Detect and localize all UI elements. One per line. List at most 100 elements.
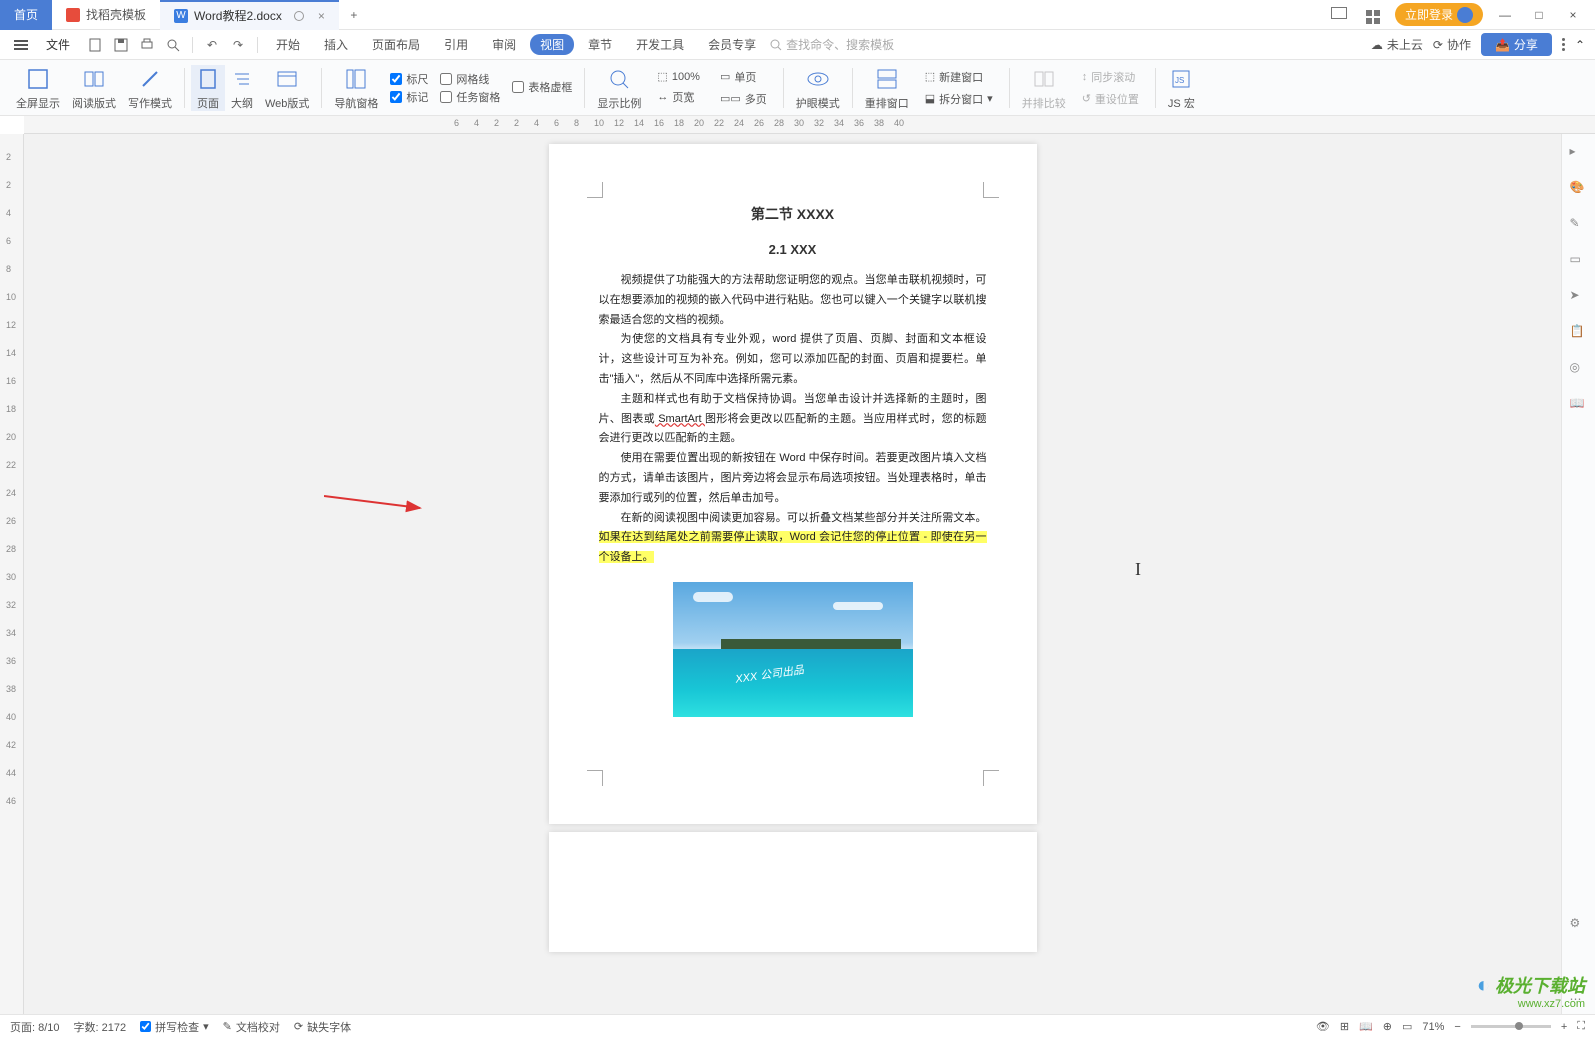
ribbon-tablegrid-check[interactable]: 表格虚框 bbox=[512, 79, 572, 95]
ribbon-ruler-check[interactable]: 标尺 bbox=[390, 71, 428, 87]
ribbon-read-label: 阅读版式 bbox=[72, 95, 116, 111]
menu-reference[interactable]: 引用 bbox=[434, 32, 478, 57]
status-zoom[interactable]: 71% bbox=[1422, 1021, 1444, 1033]
status-globe-icon[interactable]: ⊕ bbox=[1383, 1020, 1392, 1033]
ruler-horizontal[interactable]: 642246810121416182022242628303234363840 bbox=[24, 116, 1595, 134]
zoom-out-button[interactable]: − bbox=[1454, 1021, 1460, 1033]
panel-style-icon[interactable]: 🎨 bbox=[1570, 180, 1588, 198]
cloud-status[interactable]: ☁ 未上云 bbox=[1371, 36, 1423, 53]
add-tab-button[interactable]: + bbox=[339, 8, 369, 22]
tab-close-icon[interactable]: × bbox=[318, 9, 325, 23]
status-spell[interactable]: 拼写检查 ▾ bbox=[140, 1019, 209, 1035]
share-button[interactable]: 📤 分享 bbox=[1481, 33, 1552, 56]
file-menu[interactable]: 文件 bbox=[36, 32, 80, 57]
minimize-button[interactable]: — bbox=[1493, 8, 1517, 22]
tab-template[interactable]: 找稻壳模板 bbox=[52, 0, 160, 30]
menu-member[interactable]: 会员专享 bbox=[698, 32, 766, 57]
ribbon-fullscreen[interactable]: 全屏显示 bbox=[10, 65, 66, 111]
panel-settings-icon[interactable]: ⚙ bbox=[1570, 916, 1588, 934]
apps-grid-icon[interactable] bbox=[1361, 5, 1385, 24]
ribbon-multipage[interactable]: ▭▭ 多页 bbox=[716, 89, 771, 109]
tab-home[interactable]: 首页 bbox=[0, 0, 52, 30]
panel-clipboard-icon[interactable]: 📋 bbox=[1570, 324, 1588, 342]
ribbon-newwindow[interactable]: ⬚ 新建窗口 bbox=[921, 67, 997, 87]
ribbon-sidebyside[interactable]: 并排比较 bbox=[1016, 65, 1072, 111]
hamburger-icon[interactable] bbox=[10, 36, 32, 54]
panel-select-icon[interactable]: ▭ bbox=[1570, 252, 1588, 270]
more-icon[interactable] bbox=[1562, 38, 1565, 51]
ribbon-fullscreen-label: 全屏显示 bbox=[16, 95, 60, 111]
status-font-missing[interactable]: ⟳ 缺失字体 bbox=[294, 1019, 351, 1035]
panel-location-icon[interactable]: ◎ bbox=[1570, 360, 1588, 378]
margin-corner-icon bbox=[983, 182, 999, 198]
ribbon-read[interactable]: 阅读版式 bbox=[66, 65, 122, 111]
menu-insert[interactable]: 插入 bbox=[314, 32, 358, 57]
brand-watermark: ◐ 极光下载站 www.xz7.com bbox=[1477, 972, 1585, 1010]
ribbon-pagewidth[interactable]: ↔ 页宽 bbox=[653, 87, 704, 107]
ribbon-write[interactable]: 写作模式 bbox=[122, 65, 178, 111]
menu-chapter[interactable]: 章节 bbox=[578, 32, 622, 57]
qat-redo-icon[interactable]: ↷ bbox=[227, 34, 249, 56]
zoom-slider[interactable] bbox=[1471, 1025, 1551, 1028]
ribbon-singlepage[interactable]: ▭ 单页 bbox=[716, 67, 771, 87]
status-words[interactable]: 字数: 2172 bbox=[74, 1019, 127, 1035]
ribbon-gridlines-label: 网格线 bbox=[456, 71, 489, 87]
ribbon-web[interactable]: Web版式 bbox=[259, 65, 315, 111]
doc-subtitle: 2.1 XXX bbox=[599, 242, 987, 257]
status-expand-icon[interactable]: ⛶ bbox=[1577, 1020, 1585, 1033]
tab-document[interactable]: W Word教程2.docx × bbox=[160, 0, 339, 30]
ribbon-page[interactable]: 页面 bbox=[191, 65, 225, 111]
login-button[interactable]: 立即登录 bbox=[1395, 3, 1483, 26]
qat-print-icon[interactable] bbox=[136, 34, 158, 56]
close-button[interactable]: × bbox=[1561, 8, 1585, 22]
status-page[interactable]: 页面: 8/10 bbox=[10, 1019, 60, 1035]
menu-devtools[interactable]: 开发工具 bbox=[626, 32, 694, 57]
ribbon-gridlines-check[interactable]: 网格线 bbox=[440, 71, 500, 87]
document-area[interactable]: 第二节 XXXX 2.1 XXX 视频提供了功能强大的方法帮助您证明您的观点。当… bbox=[24, 134, 1561, 1020]
ribbon-taskpane-label: 任务窗格 bbox=[456, 89, 500, 105]
status-page-icon[interactable]: ▭ bbox=[1402, 1020, 1412, 1033]
menu-start[interactable]: 开始 bbox=[266, 32, 310, 57]
qat-preview-icon[interactable] bbox=[162, 34, 184, 56]
ribbon-ratio[interactable]: 显示比例 bbox=[591, 65, 647, 111]
ribbon-zoom100[interactable]: ⬚ 100% bbox=[653, 68, 704, 85]
ribbon-multipage-label: 多页 bbox=[745, 91, 767, 107]
ribbon-taskpane-check[interactable]: 任务窗格 bbox=[440, 89, 500, 105]
ruler-vertical[interactable]: 2246810121416182022242628303234363840424… bbox=[0, 134, 24, 1020]
status-grid-icon[interactable]: ⊞ bbox=[1340, 1020, 1349, 1033]
panel-pen-icon[interactable]: ✎ bbox=[1570, 216, 1588, 234]
ribbon-rearrange[interactable]: 重排窗口 bbox=[859, 65, 915, 111]
menu-layout[interactable]: 页面布局 bbox=[362, 32, 430, 57]
maximize-button[interactable]: □ bbox=[1527, 8, 1551, 22]
document-image[interactable]: XXX 公司出品 bbox=[673, 582, 913, 717]
menu-view[interactable]: 视图 bbox=[530, 34, 574, 55]
appbox-icon[interactable] bbox=[1327, 7, 1351, 22]
status-proof[interactable]: ✎ 文档校对 bbox=[223, 1019, 280, 1035]
status-eye-icon[interactable]: 👁 bbox=[1316, 1020, 1330, 1033]
ribbon-eyecare[interactable]: 护眼模式 bbox=[790, 65, 846, 111]
brand-name: 极光下载站 bbox=[1495, 976, 1585, 996]
ribbon-markup-check[interactable]: 标记 bbox=[390, 89, 428, 105]
qat-save-icon[interactable] bbox=[110, 34, 132, 56]
ribbon-jsmacro[interactable]: JSJS 宏 bbox=[1162, 65, 1201, 111]
qat-undo-icon[interactable]: ↶ bbox=[201, 34, 223, 56]
panel-cursor-icon[interactable]: ➤ bbox=[1570, 288, 1588, 306]
menubar: 文件 ↶ ↷ 开始 插入 页面布局 引用 审阅 视图 章节 开发工具 会员专享 … bbox=[0, 30, 1595, 60]
ribbon-nav[interactable]: 导航窗格 bbox=[328, 65, 384, 111]
ribbon-web-label: Web版式 bbox=[265, 95, 309, 111]
ribbon-tablegrid-label: 表格虚框 bbox=[528, 79, 572, 95]
zoom-in-button[interactable]: + bbox=[1561, 1021, 1567, 1033]
status-book-icon[interactable]: 📖 bbox=[1359, 1020, 1373, 1033]
ribbon-outline[interactable]: 大纲 bbox=[225, 65, 259, 111]
margin-corner-icon bbox=[983, 770, 999, 786]
command-search[interactable]: 查找命令、搜索模板 bbox=[770, 36, 894, 53]
collapse-ribbon-icon[interactable]: ⌃ bbox=[1575, 38, 1585, 52]
doc-section-title: 第二节 XXXX bbox=[599, 204, 987, 224]
ribbon-splitwindow[interactable]: ⬓ 拆分窗口 ▾ bbox=[921, 89, 997, 109]
qat-new-icon[interactable] bbox=[84, 34, 106, 56]
ribbon-ratio-label: 显示比例 bbox=[597, 95, 641, 111]
coop-button[interactable]: ⟳ 协作 bbox=[1433, 36, 1471, 53]
panel-toggle-icon[interactable]: ▸ bbox=[1570, 144, 1588, 162]
panel-book-icon[interactable]: 📖 bbox=[1570, 396, 1588, 414]
menu-review[interactable]: 审阅 bbox=[482, 32, 526, 57]
